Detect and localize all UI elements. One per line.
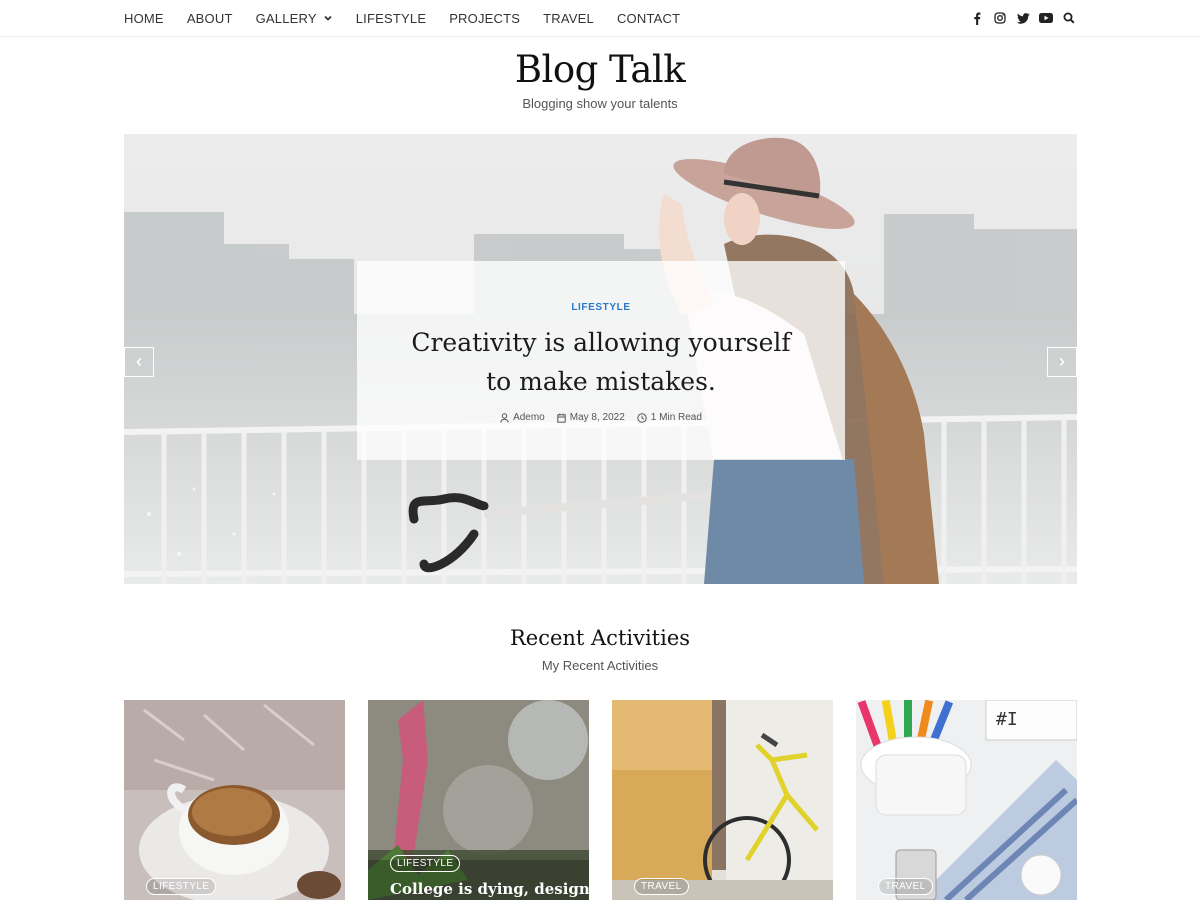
menu-item-home[interactable]: HOME — [124, 11, 164, 26]
menu-item-gallery[interactable]: GALLERY — [256, 11, 333, 26]
author-meta[interactable]: Ademo — [500, 412, 545, 423]
hero-post-title[interactable]: Creativity is allowing yourself to make … — [357, 323, 845, 401]
menu-item-travel[interactable]: TRAVEL — [543, 11, 594, 26]
recent-activities-header: Recent Activities My Recent Activities — [0, 626, 1200, 673]
menu-item-contact[interactable]: CONTACT — [617, 11, 680, 26]
main-menu: HOME ABOUT GALLERY LIFESTYLE PROJECTS TR… — [124, 0, 703, 36]
author-name: Ademo — [513, 412, 545, 423]
card-category-badge[interactable]: TRAVEL — [634, 878, 689, 895]
post-thumbnail — [124, 700, 345, 900]
instagram-icon[interactable] — [993, 11, 1007, 25]
post-thumbnail — [612, 700, 833, 900]
twitter-icon[interactable] — [1016, 11, 1030, 25]
card-category-badge[interactable]: LIFESTYLE — [390, 855, 461, 872]
social-links — [961, 0, 1076, 36]
menu-item-gallery-label: GALLERY — [255, 10, 317, 26]
post-card-3[interactable]: TRAVEL — [612, 700, 833, 900]
site-tagline: Blogging show your talents — [522, 96, 678, 111]
card-post-title[interactable]: College is dying, design — [390, 880, 589, 898]
menu-item-lifestyle[interactable]: LIFESTYLE — [356, 11, 426, 26]
user-icon — [500, 412, 509, 423]
read-time-meta: 1 Min Read — [637, 412, 702, 423]
menu-item-projects[interactable]: PROJECTS — [449, 11, 520, 26]
menu-item-about[interactable]: ABOUT — [187, 11, 233, 26]
calendar-icon — [557, 413, 566, 423]
top-navigation: HOME ABOUT GALLERY LIFESTYLE PROJECTS TR… — [0, 0, 1200, 37]
site-title[interactable]: Blog Talk — [0, 46, 1200, 94]
section-title: Recent Activities — [509, 626, 691, 650]
clock-icon — [637, 412, 647, 423]
hero-category-link[interactable]: LIFESTYLE — [357, 302, 845, 313]
hero-slider: LIFESTYLE Creativity is allowing yoursel… — [124, 134, 1077, 584]
card-category-badge[interactable]: TRAVEL — [878, 878, 933, 895]
read-time: 1 Min Read — [650, 412, 702, 423]
site-branding: Blog Talk Blogging show your talents — [0, 46, 1200, 111]
post-card-4[interactable]: #I TRAVEL — [856, 700, 1077, 900]
card-category-badge[interactable]: LIFESTYLE — [146, 878, 217, 895]
hero-post-meta: Ademo May 8, 2022 1 Min Read — [357, 412, 845, 423]
recent-activities-grid: LIFESTYLE LIFESTYLE College is dying, de… — [124, 700, 1077, 900]
post-card-1[interactable]: LIFESTYLE — [124, 700, 345, 900]
search-icon[interactable] — [1062, 11, 1076, 25]
chevron-down-icon — [324, 15, 332, 21]
chevron-left-icon — [136, 357, 142, 367]
slider-prev-button[interactable] — [124, 347, 154, 377]
section-subtitle: My Recent Activities — [541, 658, 659, 673]
post-date: May 8, 2022 — [569, 412, 625, 423]
facebook-icon[interactable] — [970, 11, 984, 25]
post-card-2[interactable]: LIFESTYLE College is dying, design — [368, 700, 589, 900]
youtube-icon[interactable] — [1039, 11, 1053, 25]
slider-next-button[interactable] — [1047, 347, 1077, 377]
hero-post-card: LIFESTYLE Creativity is allowing yoursel… — [357, 261, 845, 460]
chevron-right-icon — [1059, 357, 1065, 367]
date-meta[interactable]: May 8, 2022 — [557, 412, 625, 423]
svg-text:#I: #I — [996, 709, 1018, 730]
post-thumbnail: #I — [856, 700, 1077, 900]
